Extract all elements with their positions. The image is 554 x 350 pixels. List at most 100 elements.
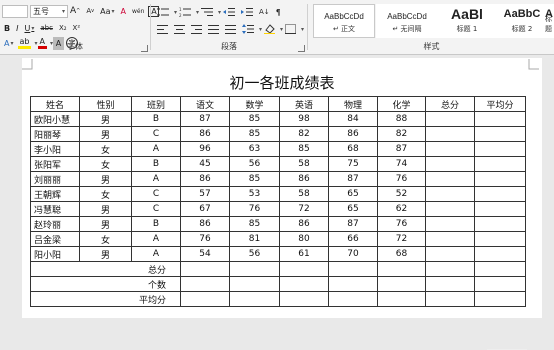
distributed-button[interactable] [223, 23, 238, 36]
cell-name[interactable]: 张阳军 [30, 156, 80, 172]
font-dialog-launcher-icon[interactable] [141, 45, 148, 52]
header-math[interactable]: 数学 [229, 96, 280, 112]
cell-average[interactable] [474, 171, 526, 187]
cell-math[interactable]: 53 [229, 186, 280, 202]
cell-total[interactable] [425, 126, 475, 142]
bullets-button[interactable] [155, 6, 171, 19]
cell-class[interactable]: A [131, 231, 181, 247]
numbering-button[interactable]: 12 [177, 6, 193, 19]
cell-math[interactable]: 85 [229, 171, 280, 187]
font-name-box[interactable] [2, 4, 28, 18]
cell-chinese[interactable]: 45 [180, 156, 230, 172]
cell-name[interactable]: 吕金梁 [30, 231, 80, 247]
chevron-down-icon[interactable]: ▾ [301, 26, 304, 33]
cell-total[interactable] [425, 216, 475, 232]
justify-button[interactable] [206, 23, 221, 36]
summary-cell[interactable] [279, 291, 329, 307]
cell-english[interactable]: 80 [279, 231, 329, 247]
summary-cell[interactable] [180, 276, 230, 292]
phonetic-guide-button[interactable]: wén [130, 5, 146, 18]
document-title[interactable]: 初一各班成绩表 [22, 72, 542, 93]
summary-cell[interactable] [328, 276, 378, 292]
font-size-box[interactable]: 五号 ▾ [30, 4, 68, 18]
cell-english[interactable]: 58 [279, 186, 329, 202]
cell-chinese[interactable]: 67 [180, 201, 230, 217]
cell-total[interactable] [425, 246, 475, 262]
cell-chinese[interactable]: 96 [180, 141, 230, 157]
cell-physics[interactable]: 70 [328, 246, 378, 262]
cell-chemistry[interactable]: 76 [377, 216, 426, 232]
cell-english[interactable]: 82 [279, 126, 329, 142]
cell-physics[interactable]: 87 [328, 216, 378, 232]
cell-math[interactable]: 81 [229, 231, 280, 247]
cell-name[interactable]: 阳丽琴 [30, 126, 80, 142]
summary-cell[interactable] [474, 291, 526, 307]
cell-gender[interactable]: 男 [79, 216, 132, 232]
cell-class[interactable]: C [131, 126, 181, 142]
cell-total[interactable] [425, 141, 475, 157]
cell-physics[interactable]: 65 [328, 201, 378, 217]
cell-math[interactable]: 85 [229, 111, 280, 127]
summary-cell[interactable] [279, 261, 329, 277]
summary-cell[interactable] [425, 261, 475, 277]
cell-english[interactable]: 98 [279, 111, 329, 127]
header-gender[interactable]: 性别 [79, 96, 132, 112]
header-average[interactable]: 平均分 [474, 96, 526, 112]
style-title[interactable]: AaBbC 标题 [544, 4, 554, 38]
line-spacing-button[interactable] [240, 23, 256, 36]
cell-class[interactable]: A [131, 246, 181, 262]
cell-physics[interactable]: 65 [328, 186, 378, 202]
cell-math[interactable]: 85 [229, 216, 280, 232]
cell-gender[interactable]: 男 [79, 111, 132, 127]
cell-name[interactable]: 李小阳 [30, 141, 80, 157]
cell-physics[interactable]: 66 [328, 231, 378, 247]
cell-total[interactable] [425, 201, 475, 217]
cell-chemistry[interactable]: 82 [377, 126, 426, 142]
summary-cell[interactable] [377, 261, 426, 277]
cell-chinese[interactable]: 86 [180, 171, 230, 187]
summary-cell[interactable] [229, 291, 280, 307]
cell-name[interactable]: 冯慧聪 [30, 201, 80, 217]
summary-label[interactable]: 个数 [30, 276, 181, 292]
cell-average[interactable] [474, 201, 526, 217]
shading-button[interactable] [262, 23, 277, 36]
cell-class[interactable]: A [131, 141, 181, 157]
cell-english[interactable]: 72 [279, 201, 329, 217]
cell-name[interactable]: 阳小阳 [30, 246, 80, 262]
cell-gender[interactable]: 男 [79, 246, 132, 262]
align-right-button[interactable] [189, 23, 204, 36]
cell-class[interactable]: C [131, 186, 181, 202]
change-case-button[interactable]: Aa ▾ [98, 5, 116, 18]
summary-cell[interactable] [279, 276, 329, 292]
summary-cell[interactable] [377, 276, 426, 292]
cell-average[interactable] [474, 141, 526, 157]
cell-average[interactable] [474, 156, 526, 172]
cell-gender[interactable]: 男 [79, 201, 132, 217]
cell-gender[interactable]: 女 [79, 156, 132, 172]
shrink-font-button[interactable]: Av [84, 5, 96, 18]
summary-cell[interactable] [328, 261, 378, 277]
header-physics[interactable]: 物理 [328, 96, 378, 112]
cell-gender[interactable]: 女 [79, 141, 132, 157]
header-chinese[interactable]: 语文 [180, 96, 230, 112]
cell-chemistry[interactable]: 68 [377, 246, 426, 262]
cell-total[interactable] [425, 111, 475, 127]
cell-gender[interactable]: 男 [79, 171, 132, 187]
document-page[interactable]: 初一各班成绩表 姓名 性别 班别 语文 数学 英语 物理 化学 总分 平均分 欧… [22, 58, 542, 318]
cell-chemistry[interactable]: 52 [377, 186, 426, 202]
document-area[interactable]: 初一各班成绩表 姓名 性别 班别 语文 数学 英语 物理 化学 总分 平均分 欧… [0, 55, 554, 350]
cell-chemistry[interactable]: 88 [377, 111, 426, 127]
cell-average[interactable] [474, 126, 526, 142]
summary-cell[interactable] [229, 261, 280, 277]
cell-chemistry[interactable]: 72 [377, 231, 426, 247]
cell-gender[interactable]: 女 [79, 186, 132, 202]
increase-indent-button[interactable] [239, 6, 255, 19]
cell-total[interactable] [425, 231, 475, 247]
cell-physics[interactable]: 68 [328, 141, 378, 157]
cell-gender[interactable]: 女 [79, 231, 132, 247]
paragraph-dialog-launcher-icon[interactable] [298, 45, 305, 52]
summary-cell[interactable] [474, 276, 526, 292]
cell-chinese[interactable]: 76 [180, 231, 230, 247]
style-no-spacing[interactable]: AaBbCcDd ↵ 无间隔 [376, 4, 438, 38]
grades-table[interactable]: 姓名 性别 班别 语文 数学 英语 物理 化学 总分 平均分 欧阳小慧男 B 87 8… [30, 96, 526, 307]
